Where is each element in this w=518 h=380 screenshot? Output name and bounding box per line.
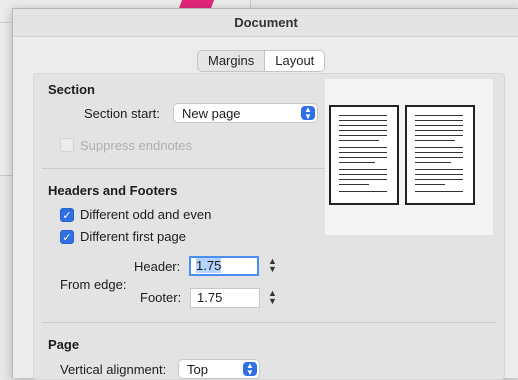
vertical-alignment-label: Vertical alignment: xyxy=(60,362,167,377)
from-edge-label: From edge: xyxy=(60,277,127,292)
layout-preview xyxy=(325,79,493,235)
different-odd-even-label: Different odd and even xyxy=(80,207,212,222)
header-label: Header: xyxy=(134,259,181,274)
headers-divider xyxy=(42,322,496,323)
header-distance-field[interactable]: 1.75 xyxy=(189,256,259,276)
header-distance-value: 1.75 xyxy=(196,258,222,273)
document-dialog: Document Margins Layout Section Section … xyxy=(12,8,518,380)
page-heading: Page xyxy=(48,337,80,352)
suppress-endnotes-checkbox[interactable] xyxy=(60,138,74,152)
different-first-page-label: Different first page xyxy=(80,229,186,244)
section-divider xyxy=(42,168,338,169)
tab-margins[interactable]: Margins xyxy=(198,51,264,71)
headers-footers-heading: Headers and Footers xyxy=(48,183,178,198)
section-heading: Section xyxy=(48,82,95,97)
footer-distance-field[interactable]: 1.75 xyxy=(190,288,260,308)
footer-distance-value: 1.75 xyxy=(197,290,223,305)
suppress-endnotes-label: Suppress endnotes xyxy=(80,138,193,153)
different-first-page-checkbox[interactable]: ✓ xyxy=(60,230,74,244)
different-odd-even-checkbox[interactable]: ✓ xyxy=(60,208,74,222)
select-arrows-icon: ▲ ▼ xyxy=(301,106,315,121)
tab-bar: Margins Layout xyxy=(197,50,326,72)
select-arrows-icon: ▲ ▼ xyxy=(243,362,257,377)
checkmark-icon: ✓ xyxy=(62,210,72,222)
section-start-label: Section start: xyxy=(84,106,160,121)
footer-stepper[interactable]: ▲ ▼ xyxy=(267,289,278,307)
footer-label: Footer: xyxy=(140,290,182,305)
vertical-alignment-select[interactable]: Top ▲ ▼ xyxy=(178,359,260,379)
header-stepper[interactable]: ▲ ▼ xyxy=(267,257,278,275)
dialog-title: Document xyxy=(13,9,518,37)
vertical-alignment-value: Top xyxy=(187,362,208,377)
section-start-value: New page xyxy=(182,106,241,121)
tab-layout[interactable]: Layout xyxy=(264,51,325,71)
section-start-select[interactable]: New page ▲ ▼ xyxy=(173,103,318,123)
preview-page-left xyxy=(329,105,399,205)
preview-page-right xyxy=(405,105,475,205)
checkmark-icon: ✓ xyxy=(62,232,72,244)
